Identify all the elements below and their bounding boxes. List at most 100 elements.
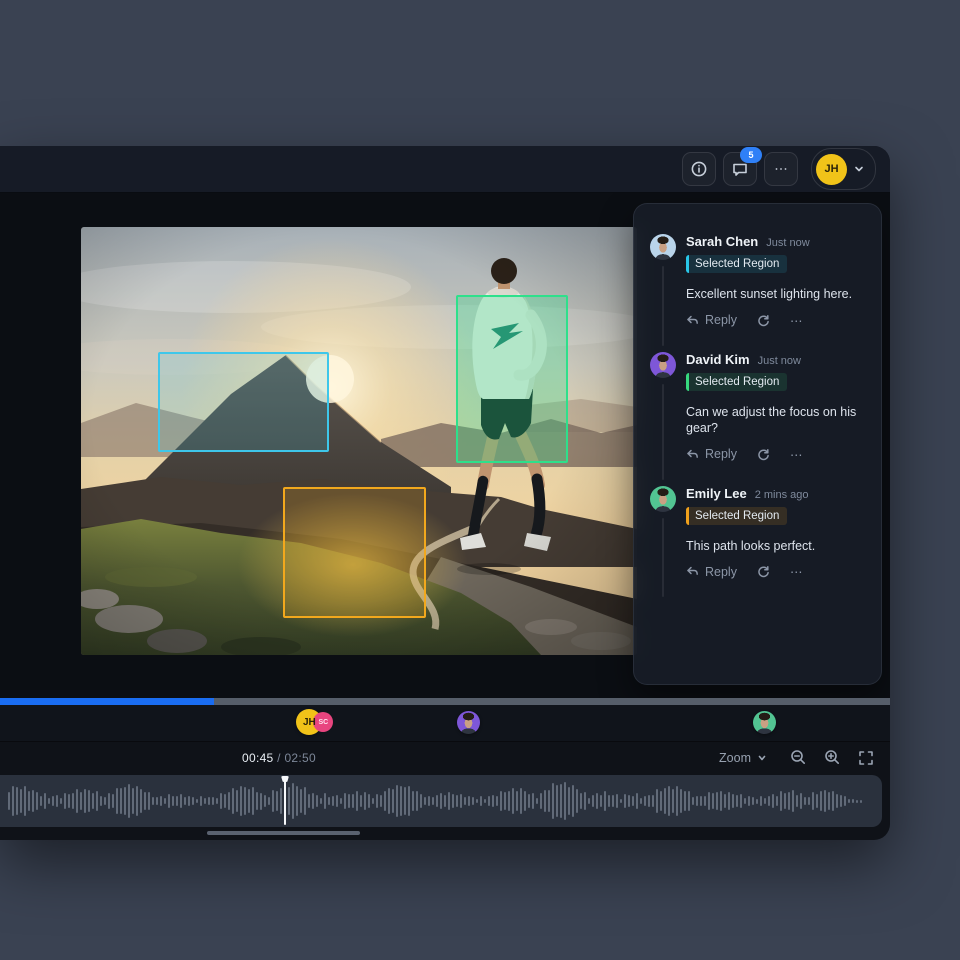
waveform-bar [760,795,762,807]
playhead[interactable] [284,777,286,825]
timeline-comment-marker[interactable]: JH SC [296,709,334,735]
waveform-bar [336,794,338,808]
timeline-comment-marker[interactable] [752,711,776,734]
timeline-secondary-marker[interactable]: SC [313,712,334,732]
waveform-bar [424,797,426,805]
waveform-bar [840,794,842,808]
waveform-bar [208,796,210,806]
waveform-bar [748,796,750,806]
waveform-bar [692,796,694,806]
waveform-bar [704,795,706,807]
waveform-bar [824,790,826,812]
add-reaction-button[interactable] [757,448,770,461]
waveform-bar [360,794,362,808]
reaction-circular-arrow-icon [758,566,769,578]
waveform-bar [312,792,314,810]
waveform-bar [780,791,782,811]
timecode-display: 00:45 / 02:50 [242,750,316,765]
waveform-bar [76,788,78,814]
waveform-bar [668,785,670,817]
waveform-bar [512,787,514,815]
waveform-bar [308,793,310,809]
waveform-bar [528,793,530,809]
waveform-bar [44,793,46,809]
waveform-bar [140,788,142,814]
reply-button[interactable]: Reply [686,447,737,461]
region-path[interactable] [283,487,426,618]
waveform-bar [732,794,734,808]
waveform-bar [236,790,238,812]
reply-arrow-icon [687,449,698,458]
waveform-bar [300,788,302,814]
zoom-dropdown[interactable]: Zoom [713,750,773,766]
reply-button[interactable]: Reply [686,313,737,327]
commenter-avatar[interactable] [650,485,676,512]
waveform-bar [804,796,806,806]
info-button[interactable] [682,152,716,186]
waveform-bar [792,790,794,812]
waveform-bar [36,792,38,810]
reply-arrow-icon [687,315,698,324]
comment-thread-line [662,383,664,480]
waveform-bar [452,794,454,808]
audio-waveform[interactable] [0,775,882,827]
waveform-bar [788,792,790,810]
waveform-bar [368,794,370,808]
comment-more-button[interactable]: ⋯ [790,313,804,328]
waveform-bar [384,791,386,811]
timeline-markers-track[interactable]: JH SC [0,705,890,741]
fullscreen-button[interactable] [858,750,874,766]
comment-more-button[interactable]: ⋯ [790,447,804,462]
waveform-bar [552,783,554,819]
ellipsis-icon [775,168,787,170]
waveform-bar [468,795,470,807]
add-reaction-button[interactable] [757,565,770,578]
waveform-bar [584,791,586,811]
timeline-scrollbar[interactable] [207,831,360,835]
waveform-bar [248,788,250,814]
waveform-bar [196,798,198,804]
more-options-button[interactable] [764,152,798,186]
reaction-circular-arrow-icon [758,448,769,460]
waveform-bar [412,790,414,812]
waveform-bar [200,795,202,807]
reply-button[interactable]: Reply [686,565,737,579]
waveform-bar [488,796,490,806]
waveform-bar [324,793,326,809]
commenter-name: Emily Lee [686,485,747,501]
playback-progress-bar[interactable] [0,698,890,705]
waveform-bar [224,794,226,808]
waveform-bar [428,795,430,807]
waveform-bar [100,796,102,806]
waveform-bar [408,785,410,817]
waveform-bar [372,797,374,805]
waveform-bar [68,794,70,808]
waveform-bar [472,797,474,805]
waveform-bar [860,799,862,803]
region-mountain[interactable] [158,352,329,452]
waveform-bar [328,796,330,806]
comments-button[interactable]: 5 [723,147,762,186]
comment-more-button[interactable]: ⋯ [790,564,804,579]
timeline-comment-marker[interactable] [456,711,480,734]
user-menu[interactable]: JH [811,148,876,190]
waveform-bar [64,793,66,809]
zoom-in-button[interactable] [824,749,841,766]
waveform-bar [592,794,594,808]
waveform-bar [640,797,642,805]
waveform-bar [8,791,10,811]
region-runner[interactable] [456,295,568,463]
zoom-out-button[interactable] [790,749,807,766]
video-canvas[interactable] [81,227,637,655]
waveform-bar [656,789,658,813]
waveform-bar [772,794,774,808]
waveform-bar [680,788,682,814]
waveform-bar [784,792,786,810]
waveform-bar [844,795,846,807]
add-reaction-button[interactable] [757,314,770,327]
waveform-bar [644,795,646,807]
commenter-avatar[interactable] [650,234,676,260]
waveform-bar [744,798,746,804]
commenter-avatar[interactable] [650,351,676,378]
waveform-bar [352,794,354,808]
